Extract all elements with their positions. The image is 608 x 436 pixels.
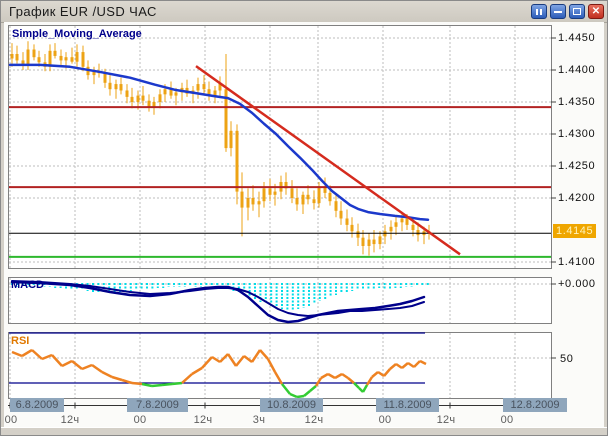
date-label: 12.8.2009 xyxy=(503,398,567,412)
date-label: 11.8.2009 xyxy=(376,398,439,412)
price-axis-label: 1.4400 xyxy=(558,64,595,76)
macd-axis-label: +0.000 xyxy=(558,278,596,290)
rsi-panel[interactable] xyxy=(8,332,552,399)
maximize-icon xyxy=(573,8,581,15)
minimize-button[interactable] xyxy=(550,4,566,19)
current-price-tag: 1.4145 xyxy=(553,224,596,238)
macd-panel[interactable] xyxy=(8,277,552,324)
minimize-icon xyxy=(554,11,562,13)
price-axis-label: 1.4200 xyxy=(558,192,595,204)
date-label: 7.8.2009 xyxy=(127,398,188,412)
date-label: 10.8.2009 xyxy=(260,398,323,412)
price-axis-label: 1.4300 xyxy=(558,128,595,140)
window-title: График EUR /USD ЧАС xyxy=(9,4,157,19)
maximize-button[interactable] xyxy=(569,4,585,19)
time-label: 12ч xyxy=(194,414,213,426)
time-label: 00 xyxy=(379,414,392,426)
time-label: 12ч xyxy=(437,414,456,426)
time-label: 00 xyxy=(5,414,18,426)
title-bar[interactable]: График EUR /USD ЧАС ✕ xyxy=(1,1,607,23)
rsi-axis-label: 50 xyxy=(560,353,573,365)
date-label: 6.8.2009 xyxy=(10,398,64,412)
window-bottom-edge xyxy=(1,427,607,435)
price-axis-label: 1.4100 xyxy=(558,256,595,268)
close-button[interactable]: ✕ xyxy=(588,4,604,19)
price-axis-label: 1.4450 xyxy=(558,32,595,44)
price-axis-label: 1.4250 xyxy=(558,160,595,172)
time-label: 00 xyxy=(134,414,147,426)
pause-button[interactable] xyxy=(531,4,547,19)
time-label: 12ч xyxy=(305,414,324,426)
time-label: 12ч xyxy=(61,414,80,426)
time-label: 3ч xyxy=(253,414,265,426)
rsi-label: RSI xyxy=(11,335,29,347)
price-axis-label: 1.4350 xyxy=(558,96,595,108)
time-label: 00 xyxy=(501,414,514,426)
window-controls: ✕ xyxy=(531,4,604,19)
indicator-label: Simple_Moving_Average xyxy=(12,28,142,40)
close-icon: ✕ xyxy=(589,5,603,18)
macd-label: MACD xyxy=(11,279,44,291)
pause-icon xyxy=(536,9,538,15)
main-chart-panel[interactable] xyxy=(8,25,552,269)
